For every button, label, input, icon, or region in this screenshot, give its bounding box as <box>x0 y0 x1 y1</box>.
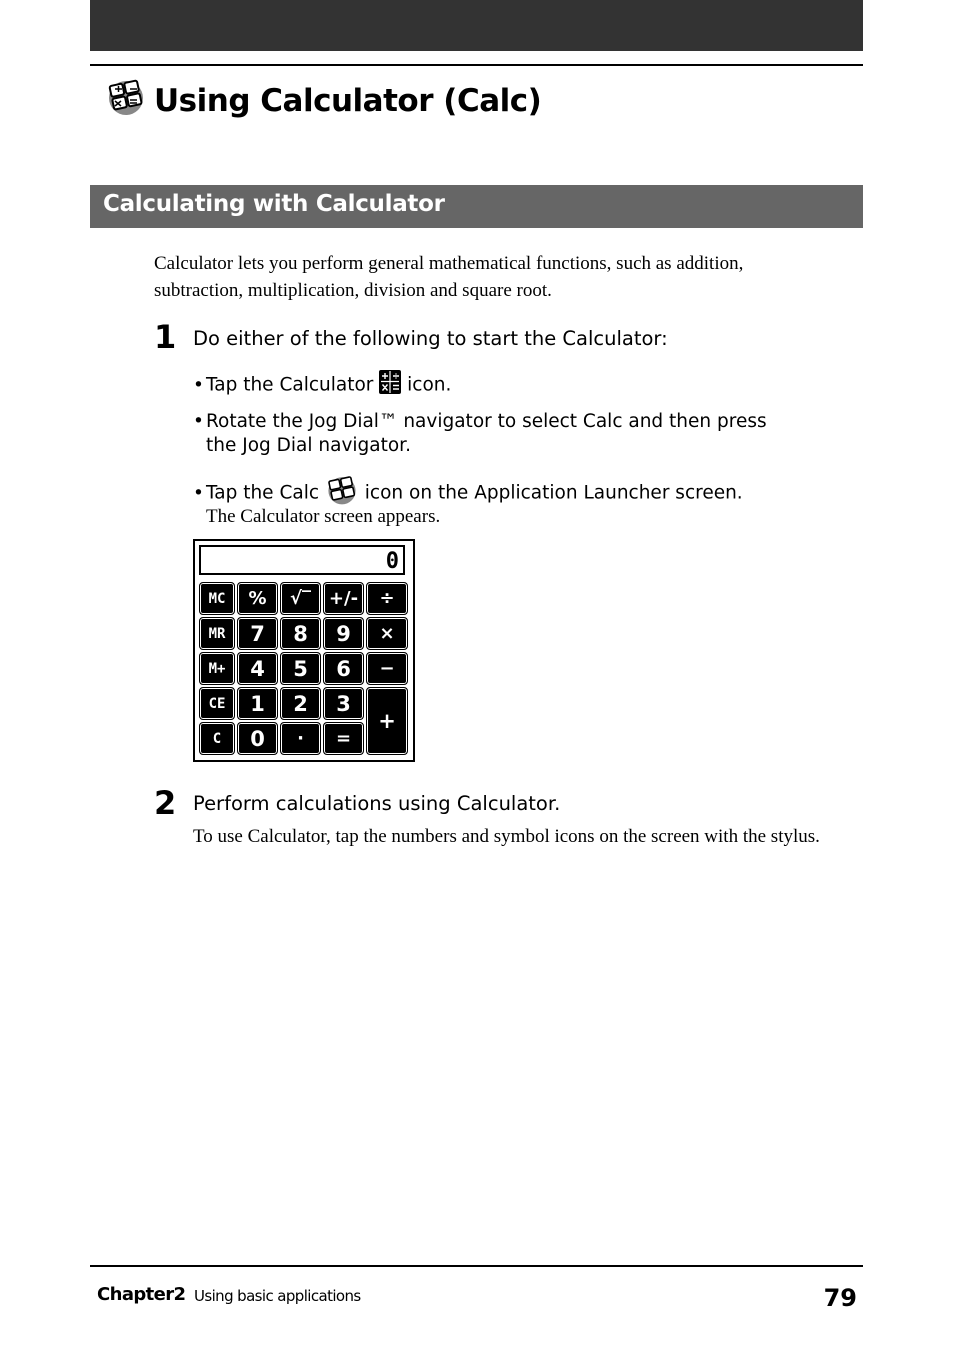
calc-key[interactable]: 9 <box>323 617 364 650</box>
calc-app-icon <box>106 77 146 125</box>
calculator-keypad: MC% √‾ +/- ÷ MR 7 8 9 × M+ 4 5 6− CE 1 2 3 + C 0 · = <box>199 582 408 755</box>
calculator-display: 0 <box>199 545 405 575</box>
step-body: To use Calculator, tap the numbers and s… <box>193 826 820 847</box>
page-title: Using Calculator (Calc) <box>154 83 542 119</box>
step-number: 2 <box>154 784 177 822</box>
step-result: The Calculator screen appears. <box>206 506 441 527</box>
footer-rule <box>90 1265 863 1267</box>
calc-key[interactable]: ÷ <box>366 582 408 615</box>
section-title: Calculating with Calculator <box>103 191 445 217</box>
title-rule <box>90 64 863 66</box>
calc-key[interactable]: · <box>280 722 321 755</box>
calc-key[interactable]: 2 <box>280 687 321 720</box>
calc-key[interactable]: +/- <box>323 582 364 615</box>
calc-key[interactable]: 7 <box>237 617 278 650</box>
footer-chapter: Chapter2 <box>97 1284 186 1305</box>
calc-key[interactable]: 4 <box>237 652 278 685</box>
calc-key[interactable]: 5 <box>280 652 321 685</box>
step-heading: Do either of the following to start the … <box>193 327 668 350</box>
list-item: • Rotate the Jog Dial™ navigator to selec… <box>193 411 767 456</box>
calculator-screen: 0 MC% √‾ +/- ÷ MR 7 8 9 × M+ 4 5 6− CE 1 2 3 + C 0 · = <box>193 539 415 762</box>
calc-key[interactable]: % <box>237 582 278 615</box>
calc-key[interactable]: 3 <box>323 687 364 720</box>
step-number: 1 <box>154 318 177 356</box>
page-number: 79 <box>823 1284 857 1312</box>
calc-key[interactable]: √‾ <box>280 582 321 615</box>
step-heading: Perform calculations using Calculator. <box>193 792 561 815</box>
calc-key[interactable]: 8 <box>280 617 321 650</box>
section-header: Calculating with Calculator <box>90 185 863 228</box>
calc-key[interactable]: 1 <box>237 687 278 720</box>
calc-key[interactable]: MR <box>199 617 235 650</box>
header-bar <box>90 0 863 51</box>
calc-key[interactable]: × <box>366 617 408 650</box>
footer-description: Using basic applications <box>194 1287 361 1305</box>
calc-key[interactable]: = <box>323 722 364 755</box>
calc-key[interactable]: C <box>199 722 235 755</box>
calc-key[interactable]: CE <box>199 687 235 720</box>
list-item: • Tap the Calculator icon. <box>193 370 803 401</box>
calculator-button-icon <box>379 370 402 401</box>
page-title-row: Using Calculator (Calc) <box>106 77 542 125</box>
intro-paragraph: Calculator lets you perform general math… <box>154 253 744 301</box>
calc-key[interactable]: + <box>366 687 408 755</box>
calc-key[interactable]: 0 <box>237 722 278 755</box>
calc-key[interactable]: − <box>366 652 408 685</box>
calc-key[interactable]: 6 <box>323 652 364 685</box>
calc-key[interactable]: MC <box>199 582 235 615</box>
calc-key[interactable]: M+ <box>199 652 235 685</box>
